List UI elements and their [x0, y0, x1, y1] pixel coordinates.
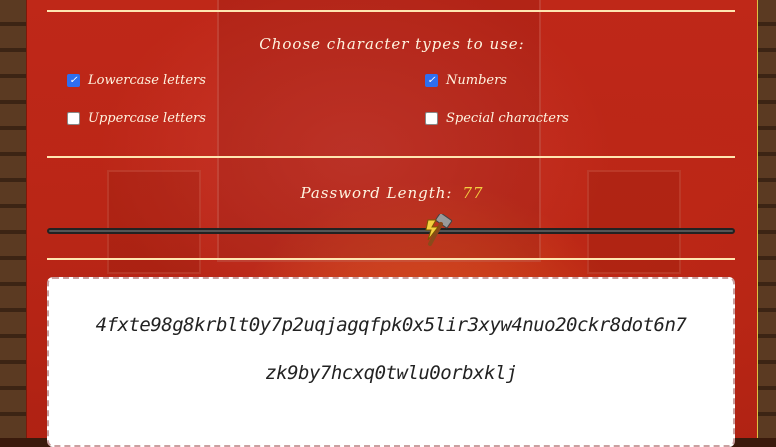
lowercase-checkbox[interactable]: ✓ [67, 74, 80, 87]
lowercase-option[interactable]: ✓ Lowercase letters [67, 73, 206, 88]
stone-wall-left [0, 0, 26, 438]
numbers-option[interactable]: ✓ Numbers [425, 73, 507, 88]
stone-wall-right [756, 0, 776, 438]
password-length-label: Password Length: 77 [27, 184, 757, 202]
special-option[interactable]: Special characters [425, 111, 569, 126]
uppercase-checkbox[interactable] [67, 112, 80, 125]
divider [47, 258, 735, 260]
special-label: Special characters [446, 111, 569, 126]
special-checkbox[interactable] [425, 112, 438, 125]
character-types-heading: Choose character types to use: [259, 35, 525, 53]
numbers-checkbox[interactable]: ✓ [425, 74, 438, 87]
length-label-text: Password Length: [300, 184, 453, 202]
numbers-label: Numbers [446, 73, 507, 88]
uppercase-label: Uppercase letters [88, 111, 206, 126]
password-line-2: zk9by7hcxq0twlu0orbxklj [265, 362, 517, 384]
divider [47, 156, 735, 158]
password-output-box[interactable]: 4fxte98g8krblt0y7p2uqjagqfpk0x5lir3xyw4n… [47, 277, 735, 447]
lowercase-label: Lowercase letters [88, 73, 206, 88]
length-slider-track[interactable] [47, 228, 735, 234]
uppercase-option[interactable]: Uppercase letters [67, 111, 206, 126]
password-line-1: 4fxte98g8krblt0y7p2uqjagqfpk0x5lir3xyw4n… [95, 314, 687, 336]
length-value: 77 [462, 184, 484, 202]
divider [47, 10, 735, 12]
hammer-slider-thumb-icon[interactable] [422, 214, 456, 248]
generator-panel: Choose character types to use: ✓ Lowerca… [26, 0, 758, 447]
